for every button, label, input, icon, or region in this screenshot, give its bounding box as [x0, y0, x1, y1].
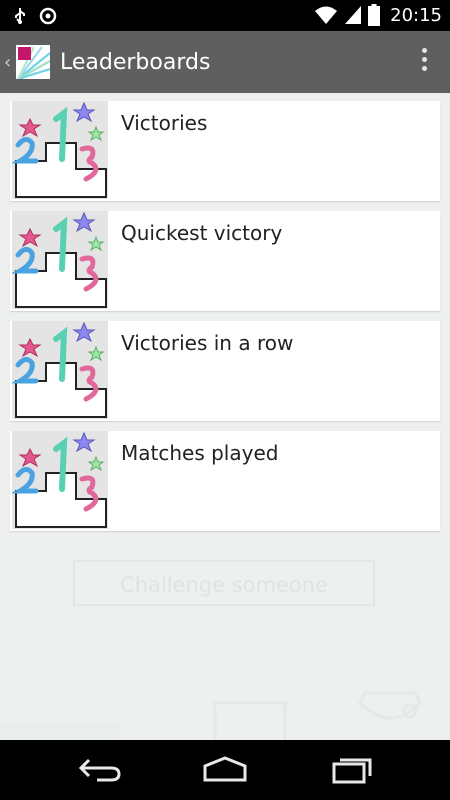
podium-icon: [12, 321, 108, 419]
home-icon[interactable]: [201, 754, 249, 786]
podium-icon: [12, 101, 108, 199]
wifi-icon: [315, 6, 338, 24]
leaderboard-label: Quickest victory: [121, 221, 283, 245]
leaderboard-list: Victories Quickest victory Victories in …: [10, 101, 440, 541]
leaderboard-label: Matches played: [121, 441, 279, 465]
clock: 20:15: [390, 4, 442, 26]
app-logo-icon[interactable]: [16, 45, 50, 79]
status-bar: 20:15: [0, 0, 450, 31]
podium-icon: [12, 211, 108, 309]
leaderboard-label: Victories in a row: [121, 331, 294, 355]
back-icon[interactable]: [77, 754, 123, 786]
action-bar: ‹ Leaderboards: [0, 31, 450, 93]
leaderboard-item-quickest-victory[interactable]: Quickest victory: [10, 211, 440, 311]
battery-icon: [368, 4, 381, 26]
recents-icon[interactable]: [330, 754, 374, 786]
leaderboard-item-matches-played[interactable]: Matches played: [10, 431, 440, 531]
challenge-someone-button: Challenge someone: [73, 560, 375, 606]
overflow-menu-icon[interactable]: [422, 48, 428, 75]
podium-icon: [12, 431, 108, 529]
usb-icon: [15, 8, 25, 24]
leaderboard-item-victories[interactable]: Victories: [10, 101, 440, 201]
up-navigation-icon[interactable]: ‹: [4, 52, 14, 73]
leaderboards-content: Victories Quickest victory Victories in …: [0, 93, 450, 740]
leaderboard-label: Victories: [121, 111, 208, 135]
page-title: Leaderboards: [60, 49, 211, 75]
sync-icon: [39, 7, 57, 25]
cell-signal-icon: [345, 6, 362, 24]
leaderboard-item-victories-in-a-row[interactable]: Victories in a row: [10, 321, 440, 421]
system-navigation-bar: [0, 740, 450, 800]
